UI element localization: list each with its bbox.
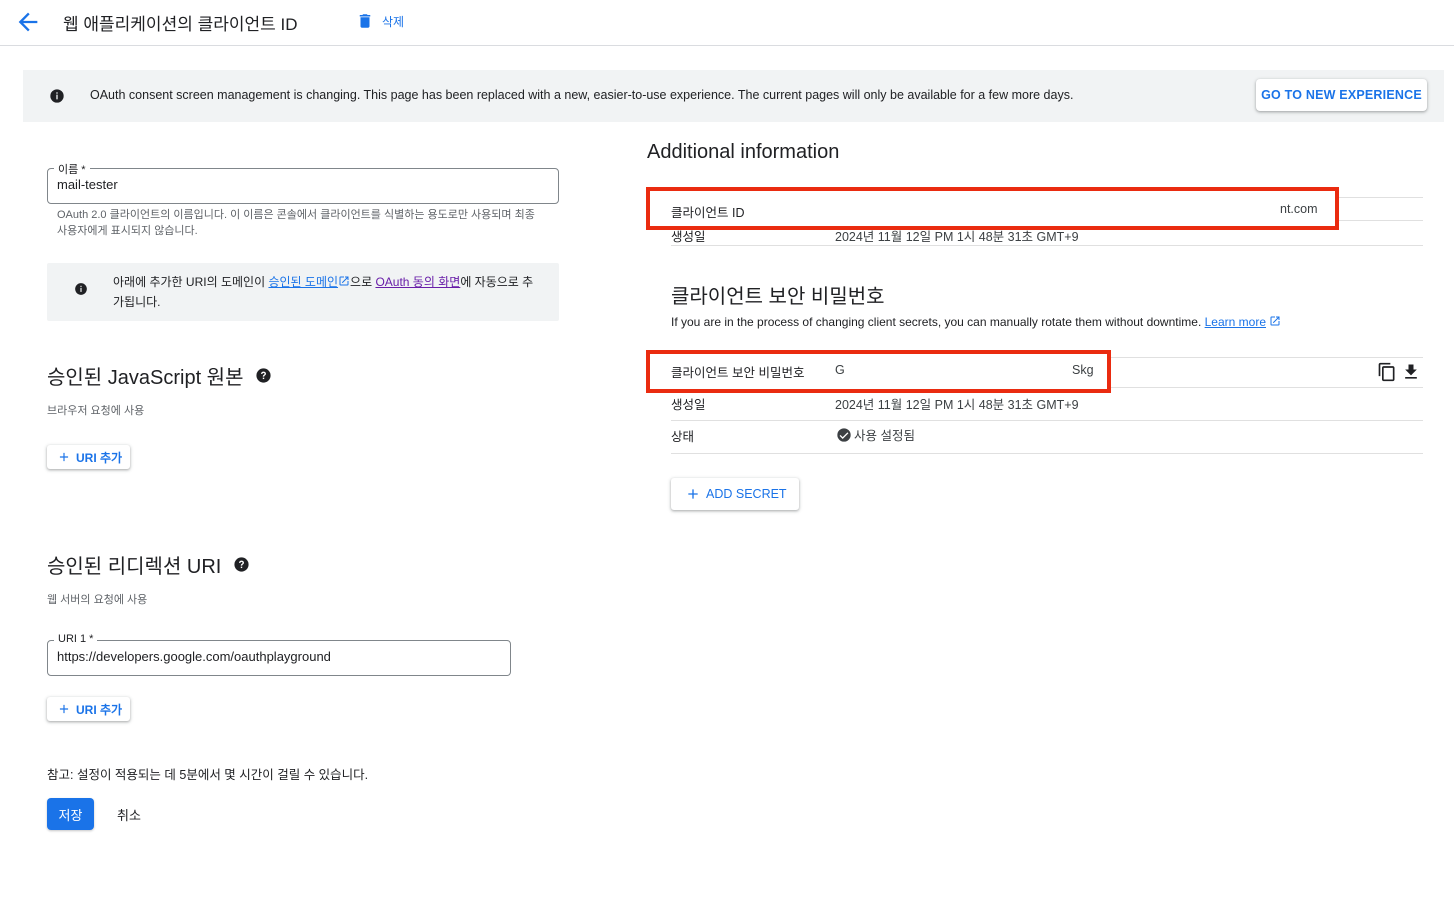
top-bar: 웹 애플리케이션의 클라이언트 ID 삭제 (0, 0, 1454, 46)
add-js-origin-button[interactable]: URI 추가 (47, 445, 131, 469)
add-secret-button[interactable]: ADD SECRET (671, 478, 799, 510)
divider (671, 245, 1423, 246)
redirect-uris-subtitle: 웹 서버의 요청에 사용 (47, 594, 148, 606)
back-button[interactable] (14, 8, 42, 36)
js-origins-subtitle: 브라우저 요청에 사용 (47, 405, 145, 417)
info-icon (50, 89, 64, 103)
learn-more-link[interactable]: Learn more (1205, 315, 1266, 329)
name-field-label: 이름 * (54, 161, 90, 177)
help-icon[interactable] (233, 556, 250, 573)
domain-note-text: 아래에 추가한 URI의 도메인이 승인된 도메인 으로 OAuth 동의 화면에… (113, 272, 543, 312)
trash-icon (359, 14, 371, 28)
js-origins-title: 승인된 JavaScript 원본 (47, 367, 244, 389)
download-icon[interactable] (1401, 362, 1421, 382)
divider (671, 453, 1423, 454)
uri1-field[interactable]: URI 1 * (47, 633, 511, 676)
name-field[interactable]: 이름 * (47, 161, 559, 204)
page-title: 웹 애플리케이션의 클라이언트 ID (63, 15, 298, 34)
note-prefix: 아래에 추가한 URI의 도메인이 (113, 275, 269, 289)
js-origins-title-row: 승인된 JavaScript 원본 (47, 361, 272, 390)
secret-description: If you are in the process of changing cl… (671, 315, 1202, 329)
plus-icon (59, 452, 69, 462)
arrow-back-icon (18, 12, 38, 32)
status-label: 상태 (671, 430, 695, 444)
status-value: 사용 설정됨 (854, 429, 915, 443)
redirect-uris-title: 승인된 리디렉션 URI (47, 556, 222, 578)
plus-icon (688, 489, 698, 499)
migration-banner: OAuth consent screen management is chang… (23, 70, 1444, 122)
uri1-field-label: URI 1 * (54, 633, 98, 645)
banner-message: OAuth consent screen management is chang… (90, 88, 1074, 102)
name-input[interactable] (57, 177, 516, 192)
external-link-icon (339, 276, 349, 286)
add-secret-label: ADD SECRET (706, 487, 787, 501)
cancel-button[interactable]: 취소 (110, 798, 148, 830)
note-middle: 으로 (350, 275, 376, 289)
save-button[interactable]: 저장 (47, 798, 94, 830)
uri1-input[interactable] (57, 649, 473, 664)
settings-note: 참고: 설정이 적용되는 데 5분에서 몇 시간이 걸릴 수 있습니다. (47, 768, 369, 782)
secret-created-value: 2024년 11월 12일 PM 1시 48분 31초 GMT+9 (835, 398, 1079, 412)
client-secret-value-start[interactable]: G (835, 363, 845, 377)
delete-label: 삭제 (382, 14, 405, 29)
delete-button[interactable]: 삭제 (356, 10, 404, 32)
additional-info-title: Additional information (647, 141, 840, 163)
help-icon[interactable] (255, 367, 272, 384)
client-secret-label: 클라이언트 보안 비밀번호 (671, 366, 805, 380)
secret-created-label: 생성일 (671, 398, 706, 412)
client-id-label-boxed: 클라이언트 ID (671, 206, 745, 220)
client-secret-value-end[interactable]: Skg (1072, 363, 1094, 377)
client-id-highlight (646, 187, 1339, 230)
add-js-origin-label: URI 추가 (76, 450, 123, 465)
client-secret-title: 클라이언트 보안 비밀번호 (671, 286, 885, 308)
external-link-icon (1270, 316, 1280, 326)
divider (671, 420, 1423, 421)
check-circle-icon (837, 427, 851, 442)
add-redirect-uri-button[interactable]: URI 추가 (47, 697, 131, 721)
go-to-new-experience-button[interactable]: GO TO NEW EXPERIENCE (1256, 79, 1427, 111)
status-value-row: 사용 설정됨 (836, 425, 915, 444)
secret-description-row: If you are in the process of changing cl… (671, 315, 1281, 329)
add-redirect-uri-label: URI 추가 (76, 702, 123, 717)
client-id-value-boxed[interactable]: nt.com (1280, 202, 1318, 216)
domain-note: 아래에 추가한 URI의 도메인이 승인된 도메인 으로 OAuth 동의 화면에… (47, 263, 559, 321)
name-hint: OAuth 2.0 클라이언트의 이름입니다. 이 이름은 콘솔에서 클라이언트… (57, 209, 535, 237)
plus-icon (59, 704, 69, 714)
redirect-uris-title-row: 승인된 리디렉션 URI (47, 550, 250, 579)
oauth-consent-link[interactable]: OAuth 동의 화면 (375, 275, 460, 289)
copy-icon[interactable] (1377, 362, 1397, 382)
info-icon (75, 283, 87, 295)
authorized-domains-link[interactable]: 승인된 도메인 (268, 275, 338, 289)
